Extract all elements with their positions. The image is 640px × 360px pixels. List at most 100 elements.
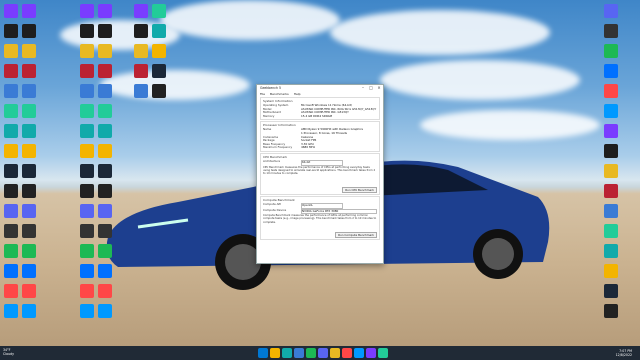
desktop-shortcut-icon[interactable]	[604, 44, 618, 58]
desktop-shortcut-icon[interactable]	[22, 164, 36, 178]
desktop-shortcut-icon[interactable]	[98, 304, 112, 318]
desktop-shortcut-icon[interactable]	[4, 284, 18, 298]
weather-widget[interactable]: 34°F Cloudy	[3, 348, 14, 356]
desktop-shortcut-icon[interactable]	[80, 264, 94, 278]
desktop-shortcut-icon[interactable]	[80, 144, 94, 158]
desktop-shortcut-icon[interactable]	[4, 304, 18, 318]
desktop-shortcut-icon[interactable]	[152, 44, 166, 58]
desktop-shortcut-icon[interactable]	[134, 84, 148, 98]
desktop-shortcut-icon[interactable]	[134, 4, 148, 18]
desktop-shortcut-icon[interactable]	[98, 124, 112, 138]
desktop-shortcut-icon[interactable]	[604, 24, 618, 38]
desktop-shortcut-icon[interactable]	[152, 24, 166, 38]
desktop-shortcut-icon[interactable]	[604, 244, 618, 258]
desktop-shortcut-icon[interactable]	[98, 24, 112, 38]
desktop-shortcut-icon[interactable]	[80, 64, 94, 78]
desktop-shortcut-icon[interactable]	[4, 264, 18, 278]
menu-benchmarks[interactable]: Benchmarks	[270, 92, 289, 96]
desktop-shortcut-icon[interactable]	[22, 44, 36, 58]
desktop-shortcut-icon[interactable]	[22, 4, 36, 18]
desktop-shortcut-icon[interactable]	[4, 184, 18, 198]
desktop-shortcut-icon[interactable]	[604, 184, 618, 198]
desktop-shortcut-icon[interactable]	[134, 64, 148, 78]
desktop-shortcut-icon[interactable]	[604, 144, 618, 158]
desktop-shortcut-icon[interactable]	[80, 124, 94, 138]
desktop-shortcut-icon[interactable]	[22, 24, 36, 38]
taskbar-app-icon[interactable]	[342, 348, 352, 358]
desktop-shortcut-icon[interactable]	[22, 144, 36, 158]
desktop-shortcut-icon[interactable]	[4, 204, 18, 218]
desktop-shortcut-icon[interactable]	[22, 84, 36, 98]
desktop-shortcut-icon[interactable]	[4, 4, 18, 18]
desktop-shortcut-icon[interactable]	[604, 284, 618, 298]
taskbar-app-icon[interactable]	[330, 348, 340, 358]
desktop-shortcut-icon[interactable]	[80, 24, 94, 38]
desktop-shortcut-icon[interactable]	[98, 84, 112, 98]
desktop-shortcut-icon[interactable]	[604, 204, 618, 218]
desktop-shortcut-icon[interactable]	[152, 84, 166, 98]
desktop-shortcut-icon[interactable]	[98, 284, 112, 298]
desktop-shortcut-icon[interactable]	[80, 84, 94, 98]
desktop-shortcut-icon[interactable]	[4, 244, 18, 258]
desktop-shortcut-icon[interactable]	[604, 224, 618, 238]
desktop-shortcut-icon[interactable]	[22, 284, 36, 298]
desktop-shortcut-icon[interactable]	[98, 244, 112, 258]
desktop-shortcut-icon[interactable]	[80, 224, 94, 238]
desktop-shortcut-icon[interactable]	[80, 304, 94, 318]
desktop-shortcut-icon[interactable]	[80, 184, 94, 198]
desktop-shortcut-icon[interactable]	[80, 44, 94, 58]
desktop-shortcut-icon[interactable]	[22, 184, 36, 198]
desktop-shortcut-icon[interactable]	[22, 204, 36, 218]
desktop-shortcut-icon[interactable]	[98, 204, 112, 218]
minimize-icon[interactable]: –	[359, 85, 367, 91]
desktop-shortcut-icon[interactable]	[604, 164, 618, 178]
run-compute-benchmark-button[interactable]: Run Compute Benchmark	[335, 231, 377, 238]
taskbar-app-icon[interactable]	[258, 348, 268, 358]
desktop-shortcut-icon[interactable]	[604, 304, 618, 318]
desktop-shortcut-icon[interactable]	[98, 64, 112, 78]
desktop-shortcut-icon[interactable]	[98, 144, 112, 158]
desktop-shortcut-icon[interactable]	[604, 84, 618, 98]
desktop-shortcut-icon[interactable]	[604, 264, 618, 278]
architecture-select[interactable]: 64-bit	[301, 159, 343, 166]
taskbar-app-icon[interactable]	[318, 348, 328, 358]
desktop-shortcut-icon[interactable]	[22, 264, 36, 278]
desktop-shortcut-icon[interactable]	[604, 4, 618, 18]
desktop-shortcut-icon[interactable]	[4, 84, 18, 98]
desktop-shortcut-icon[interactable]	[4, 104, 18, 118]
desktop-shortcut-icon[interactable]	[152, 64, 166, 78]
maximize-icon[interactable]: □	[367, 85, 375, 91]
desktop-shortcut-icon[interactable]	[80, 4, 94, 18]
desktop-shortcut-icon[interactable]	[152, 4, 166, 18]
desktop-shortcut-icon[interactable]	[604, 104, 618, 118]
desktop-shortcut-icon[interactable]	[98, 104, 112, 118]
desktop-shortcut-icon[interactable]	[80, 104, 94, 118]
taskbar-app-icon[interactable]	[306, 348, 316, 358]
menu-file[interactable]: File	[260, 92, 265, 96]
desktop-shortcut-icon[interactable]	[80, 284, 94, 298]
taskbar-app-icon[interactable]	[354, 348, 364, 358]
desktop-shortcut-icon[interactable]	[22, 124, 36, 138]
desktop-shortcut-icon[interactable]	[4, 164, 18, 178]
desktop-shortcut-icon[interactable]	[80, 204, 94, 218]
desktop-shortcut-icon[interactable]	[4, 64, 18, 78]
desktop-shortcut-icon[interactable]	[4, 44, 18, 58]
desktop-shortcut-icon[interactable]	[22, 104, 36, 118]
taskbar-app-icon[interactable]	[282, 348, 292, 358]
desktop-shortcut-icon[interactable]	[98, 224, 112, 238]
taskbar-app-icon[interactable]	[270, 348, 280, 358]
desktop-shortcut-icon[interactable]	[98, 164, 112, 178]
menu-help[interactable]: Help	[294, 92, 301, 96]
desktop-shortcut-icon[interactable]	[22, 244, 36, 258]
desktop-shortcut-icon[interactable]	[22, 304, 36, 318]
desktop-shortcut-icon[interactable]	[604, 124, 618, 138]
run-cpu-benchmark-button[interactable]: Run CPU Benchmark	[342, 186, 377, 193]
taskbar-app-icon[interactable]	[294, 348, 304, 358]
desktop-shortcut-icon[interactable]	[604, 64, 618, 78]
desktop-shortcut-icon[interactable]	[80, 164, 94, 178]
close-icon[interactable]: ×	[375, 85, 383, 91]
desktop-shortcut-icon[interactable]	[98, 184, 112, 198]
desktop-shortcut-icon[interactable]	[80, 244, 94, 258]
desktop-shortcut-icon[interactable]	[98, 4, 112, 18]
desktop-shortcut-icon[interactable]	[22, 64, 36, 78]
